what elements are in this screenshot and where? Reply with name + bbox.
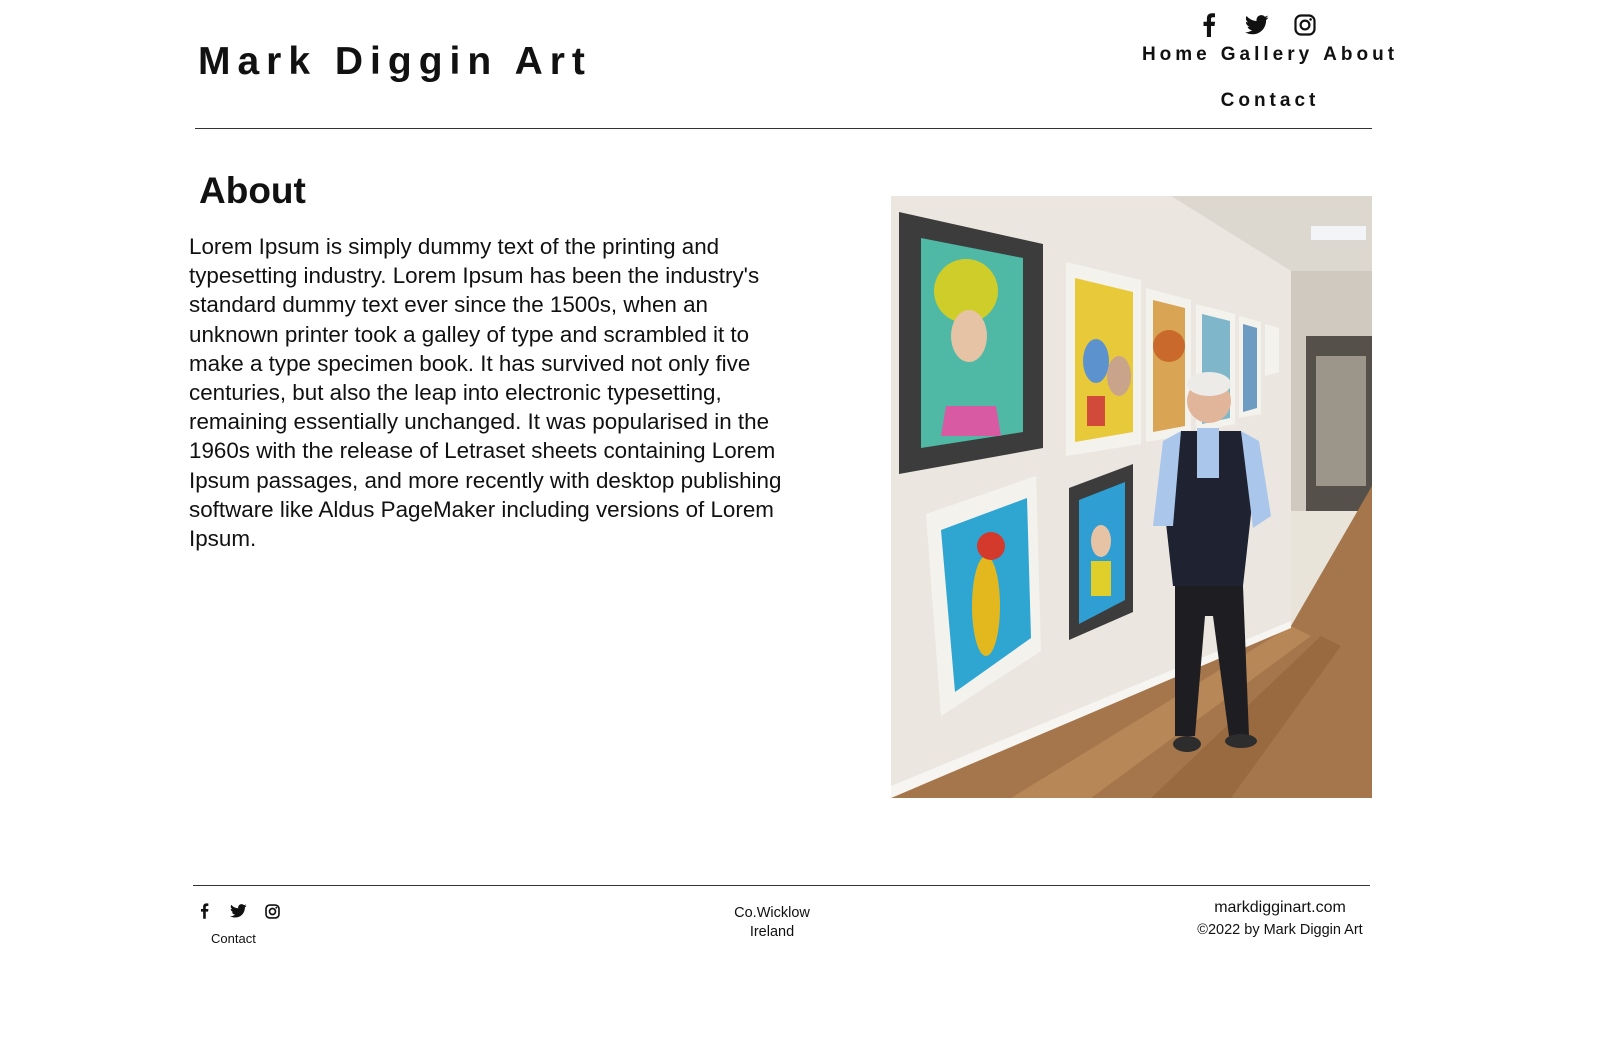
header-divider <box>195 128 1372 129</box>
nav-gallery[interactable]: Gallery <box>1221 44 1313 72</box>
footer-copyright: ©2022 by Mark Diggin Art <box>1197 922 1363 938</box>
nav-contact[interactable]: Contact <box>1221 90 1320 112</box>
footer-social-links <box>194 901 282 921</box>
nav-home[interactable]: Home <box>1142 44 1211 72</box>
instagram-icon[interactable] <box>1292 12 1318 38</box>
twitter-icon[interactable] <box>228 901 248 921</box>
site-title[interactable]: Mark Diggin Art <box>198 40 592 84</box>
page-title: About <box>199 170 306 211</box>
about-text: Lorem Ipsum is simply dummy text of the … <box>189 234 782 552</box>
nav-about[interactable]: About <box>1323 44 1398 72</box>
twitter-icon[interactable] <box>1244 12 1270 38</box>
location-county: Co.Wicklow <box>734 905 810 921</box>
artist-gallery-photo <box>891 196 1372 798</box>
footer-location: Co.Wicklow Ireland <box>712 904 832 942</box>
facebook-icon[interactable] <box>194 901 214 921</box>
instagram-icon[interactable] <box>262 901 282 921</box>
header-social-links <box>1196 12 1318 38</box>
footer-contact-link[interactable]: Contact <box>211 931 256 946</box>
main-nav: Home Gallery About Contact <box>1120 44 1420 112</box>
location-country: Ireland <box>749 924 795 940</box>
facebook-icon[interactable] <box>1196 12 1222 38</box>
footer-divider <box>193 885 1370 886</box>
footer-domain[interactable]: markdigginart.com <box>1160 899 1400 917</box>
